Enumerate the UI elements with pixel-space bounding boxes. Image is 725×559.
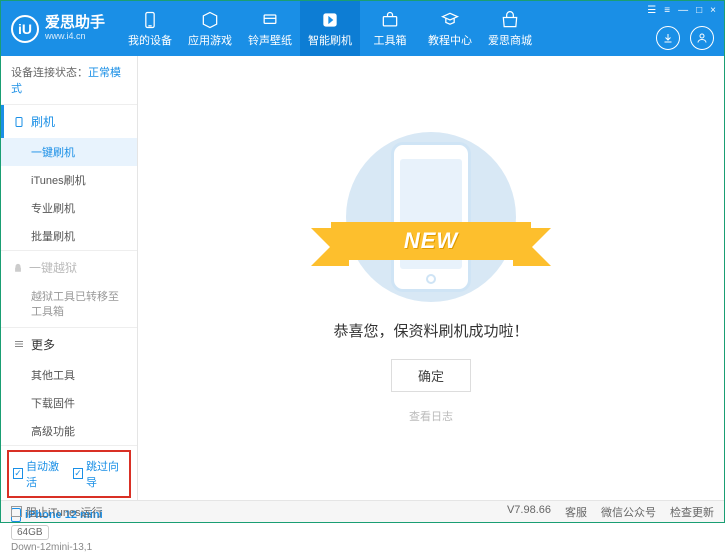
download-icon [662, 32, 674, 44]
view-log-link[interactable]: 查看日志 [409, 408, 453, 424]
sidebar-section-more[interactable]: 更多 [1, 328, 137, 361]
sidebar-item-pro[interactable]: 专业刷机 [1, 194, 137, 222]
lock-icon [13, 263, 23, 273]
ribbon-text: NEW [404, 228, 458, 254]
toolbox-icon [380, 10, 400, 30]
download-button[interactable] [656, 26, 680, 50]
sidebar-item-advanced[interactable]: 高级功能 [1, 417, 137, 445]
sidebar-section-jailbreak[interactable]: 一键越狱 [1, 251, 137, 284]
nav-apps[interactable]: 应用游戏 [180, 1, 240, 56]
app-url: www.i4.cn [45, 32, 105, 42]
main-nav: 我的设备 应用游戏 铃声壁纸 智能刷机 工具箱 教程中心 爱思商城 [120, 1, 540, 56]
success-message: 恭喜您，保资料刷机成功啦！ [333, 320, 528, 341]
ringtone-icon [260, 10, 280, 30]
sidebar-item-oneclick[interactable]: 一键刷机 [1, 138, 137, 166]
checkbox-auto-activate[interactable]: ✓自动激活 [13, 458, 65, 490]
options-highlight: ✓自动激活 ✓跳过向导 [7, 450, 131, 498]
nav-ringtone[interactable]: 铃声壁纸 [240, 1, 300, 56]
phone-icon [13, 115, 25, 129]
window-controls: ☰ ≡ — □ × [647, 5, 716, 16]
device-info: Down-12mini-13,1 [11, 542, 127, 553]
block-itunes-label: 阻止iTunes运行 [26, 504, 103, 520]
user-icon [696, 32, 708, 44]
version-label: V7.98.66 [507, 504, 551, 520]
connection-status: 设备连接状态：正常模式 [1, 56, 137, 105]
nav-toolbox[interactable]: 工具箱 [360, 1, 420, 56]
success-illustration: NEW [321, 132, 541, 302]
flash-icon [320, 10, 340, 30]
sidebar-jailbreak-note: 越狱工具已转移至 工具箱 [1, 284, 137, 327]
checkbox-block-itunes[interactable] [11, 506, 22, 517]
main-content: NEW 恭喜您，保资料刷机成功啦！ 确定 查看日志 [138, 56, 724, 500]
menu-icon [13, 338, 25, 350]
device-icon [140, 10, 160, 30]
tutorial-icon [440, 10, 460, 30]
sidebar-item-itunes[interactable]: iTunes刷机 [1, 166, 137, 194]
sidebar-item-other[interactable]: 其他工具 [1, 361, 137, 389]
apps-icon [200, 10, 220, 30]
sidebar: 设备连接状态：正常模式 刷机 一键刷机 iTunes刷机 专业刷机 批量刷机 一… [1, 56, 138, 500]
maximize-icon[interactable]: □ [696, 5, 702, 16]
sidebar-item-batch[interactable]: 批量刷机 [1, 222, 137, 250]
minimize-icon[interactable]: — [678, 5, 688, 16]
pin-icon[interactable]: ≡ [664, 5, 670, 16]
logo-icon: iU [11, 15, 39, 43]
store-icon [500, 10, 520, 30]
device-storage: 64GB [11, 525, 49, 540]
close-icon[interactable]: × [710, 5, 716, 16]
user-button[interactable] [690, 26, 714, 50]
settings-icon[interactable]: ☰ [647, 5, 656, 16]
logo: iU 爱思助手 www.i4.cn [11, 15, 105, 43]
checkbox-skip-guide[interactable]: ✓跳过向导 [73, 458, 125, 490]
ok-button[interactable]: 确定 [391, 359, 471, 392]
nav-store[interactable]: 爱思商城 [480, 1, 540, 56]
app-title: 爱思助手 [45, 15, 105, 32]
sidebar-item-firmware[interactable]: 下载固件 [1, 389, 137, 417]
nav-tutorial[interactable]: 教程中心 [420, 1, 480, 56]
nav-flash[interactable]: 智能刷机 [300, 1, 360, 56]
app-header: iU 爱思助手 www.i4.cn 我的设备 应用游戏 铃声壁纸 智能刷机 工具… [1, 1, 724, 56]
nav-device[interactable]: 我的设备 [120, 1, 180, 56]
sidebar-section-flash[interactable]: 刷机 [1, 105, 137, 138]
footer-link-wechat[interactable]: 微信公众号 [601, 504, 656, 520]
footer-link-update[interactable]: 检查更新 [670, 504, 714, 520]
footer-link-support[interactable]: 客服 [565, 504, 587, 520]
